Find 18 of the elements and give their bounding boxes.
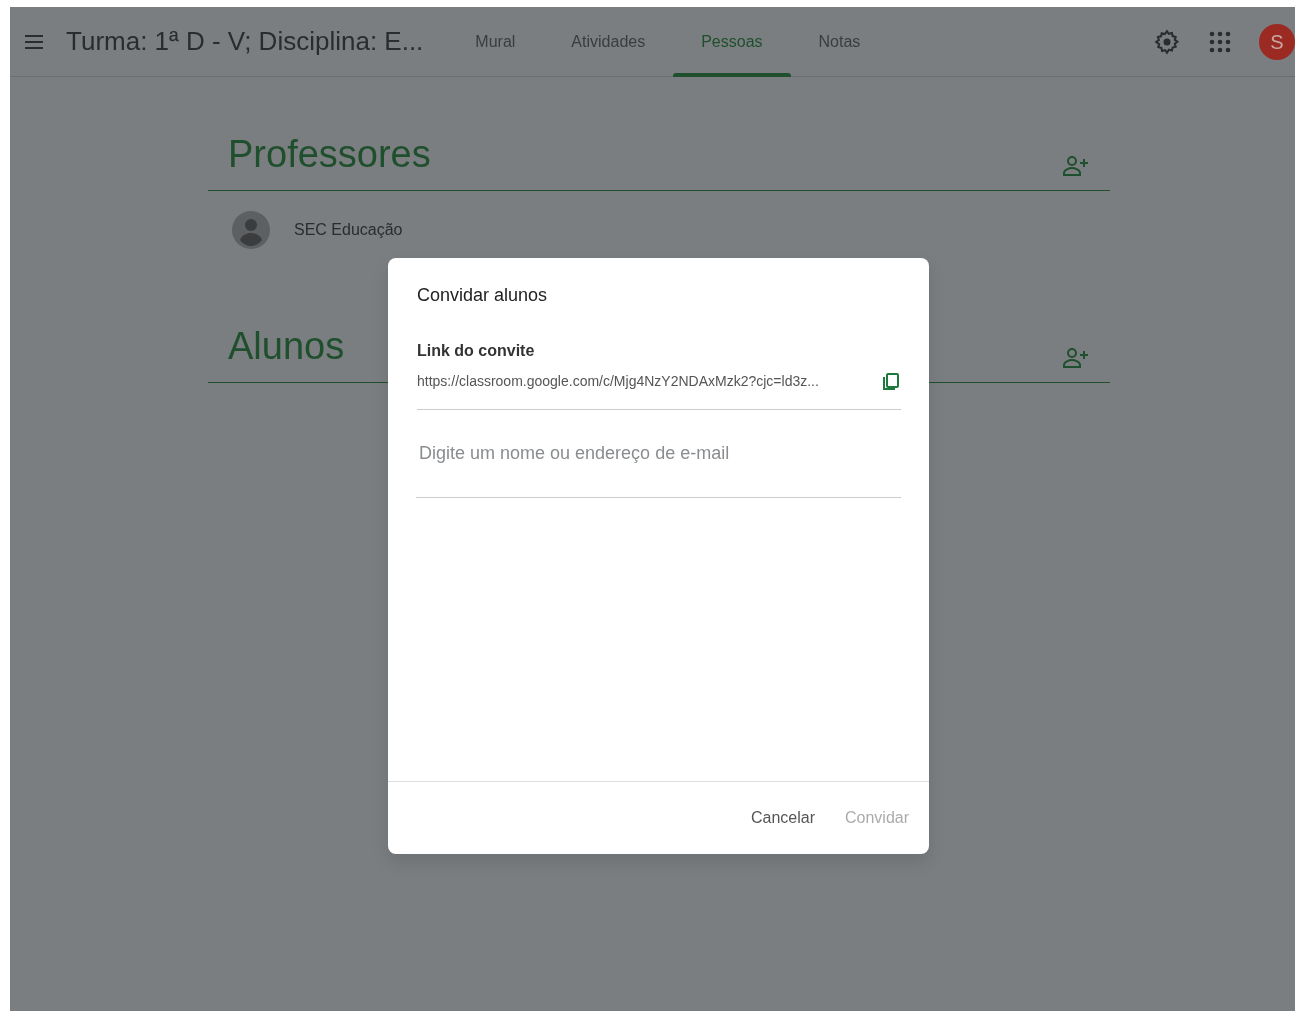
section-title: Alunos xyxy=(228,324,345,370)
dialog-title: Convidar alunos xyxy=(416,284,549,307)
apps-grid-icon[interactable] xyxy=(1209,29,1231,54)
tab[interactable]: Pessoas xyxy=(673,6,791,77)
cancel-button[interactable]: Cancelar xyxy=(740,798,825,838)
tab[interactable]: Mural xyxy=(447,6,544,77)
tab[interactable]: Notas xyxy=(790,6,889,77)
person-name: SEC Educação xyxy=(294,220,403,240)
section-title: Professores xyxy=(228,132,431,178)
add-person-icon[interactable] xyxy=(1062,153,1090,178)
account-avatar[interactable]: S xyxy=(1259,23,1295,60)
avatar-icon xyxy=(232,211,270,249)
invite-link[interactable]: https://classroom.google.com/c/Mjg4NzY2NDAxMzk2?cjc=ld3z... xyxy=(417,370,819,392)
settings-icon[interactable] xyxy=(1153,27,1181,56)
add-person-icon[interactable] xyxy=(1062,345,1090,370)
tab[interactable]: Atividades xyxy=(543,6,674,77)
invite-link-label: Link do convite xyxy=(416,341,536,361)
class-title: Turma: 1ª D - V; Disciplina: E... xyxy=(66,25,424,58)
